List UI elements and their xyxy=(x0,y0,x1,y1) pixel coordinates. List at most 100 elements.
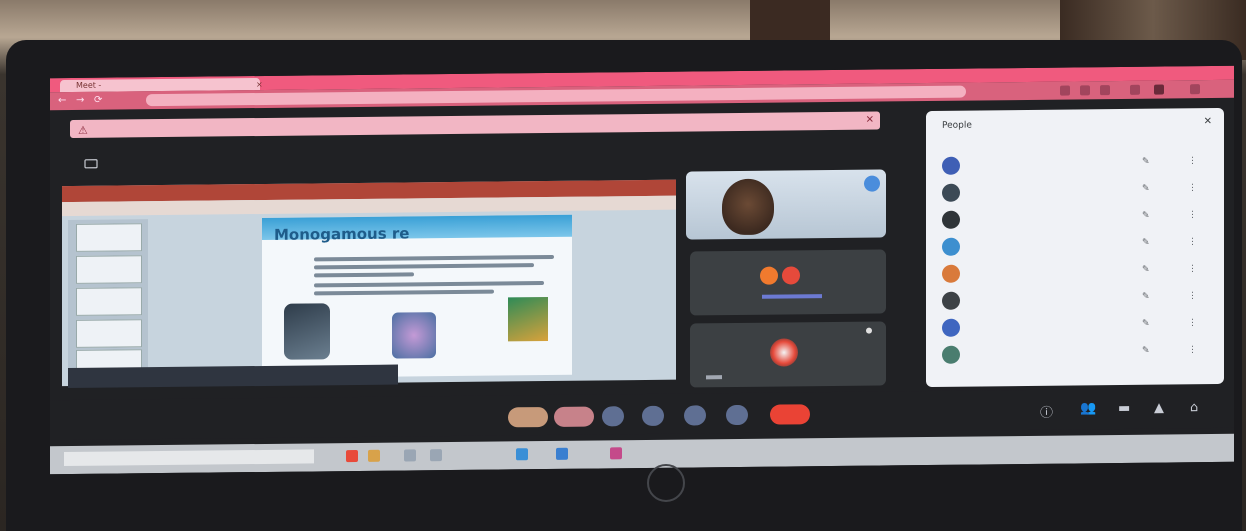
extension-icon[interactable] xyxy=(1060,85,1070,96)
avatar xyxy=(942,291,960,310)
tile-name xyxy=(762,294,822,299)
slide-thumbnail xyxy=(76,319,142,348)
more-options-icon[interactable]: ⋮ xyxy=(1188,291,1197,301)
reactions-button[interactable] xyxy=(508,406,548,428)
slide-bullet xyxy=(314,289,494,296)
tile-options-icon[interactable] xyxy=(864,175,880,192)
presenting-icon xyxy=(84,154,98,173)
banner-close-icon[interactable]: ✕ xyxy=(866,112,874,130)
warning-icon: ⚠ xyxy=(78,123,88,137)
people-icon[interactable]: 👥 xyxy=(1080,401,1096,416)
avatar xyxy=(782,266,800,285)
captions-button[interactable] xyxy=(554,406,594,427)
host-controls-icon[interactable]: ⌂ xyxy=(1190,400,1198,415)
extension-icon[interactable] xyxy=(1080,85,1090,96)
taskbar-app-icon[interactable] xyxy=(368,449,380,462)
participant-row[interactable]: ✎ ⋮ xyxy=(938,341,1214,366)
more-options-icon[interactable]: ⋮ xyxy=(1188,237,1197,247)
taskbar-app-icon[interactable] xyxy=(610,447,622,460)
slide-bullet xyxy=(314,272,414,278)
info-icon[interactable]: ⓘ xyxy=(1040,402,1053,421)
camera-button[interactable] xyxy=(642,405,664,426)
mic-off-icon[interactable]: ✎ xyxy=(1142,211,1150,221)
taskbar-app-icon[interactable] xyxy=(556,447,568,460)
menu-icon[interactable] xyxy=(1190,84,1200,95)
participant-row[interactable]: ✎ ⋮ xyxy=(938,179,1214,204)
participant-list: ✎ ⋮ ✎ ⋮ ✎ ⋮ ✎ ⋮ ✎ ⋮ ✎ ⋮ ✎ ⋮ ✎ ⋮ xyxy=(926,108,1224,364)
taskbar-app-icon[interactable] xyxy=(516,448,528,461)
mic-off-icon[interactable]: ✎ xyxy=(1142,184,1150,194)
mic-off-icon[interactable]: ✎ xyxy=(1142,265,1150,275)
profile-icon[interactable] xyxy=(1130,84,1140,95)
mic-off-icon[interactable]: ✎ xyxy=(1142,346,1150,356)
participant-row[interactable]: ✎ ⋮ xyxy=(938,260,1214,285)
taskbar-app-icon[interactable] xyxy=(430,449,442,462)
avatar xyxy=(760,266,778,285)
avatar xyxy=(770,338,798,367)
hp-logo xyxy=(647,464,685,502)
reload-icon[interactable]: ⟳ xyxy=(94,95,102,106)
slide-bullet xyxy=(314,254,554,262)
slide-thumbnail xyxy=(76,287,142,316)
slide-title: Monogamous re xyxy=(274,224,410,244)
avatar xyxy=(942,210,960,229)
more-options-icon[interactable]: ⋮ xyxy=(1188,264,1197,274)
participant-video-tile xyxy=(686,169,886,240)
participant-row[interactable]: ✎ ⋮ xyxy=(938,152,1214,177)
mic-off-icon[interactable]: ✎ xyxy=(1142,319,1150,329)
mic-off-icon[interactable]: ✎ xyxy=(1142,292,1150,302)
participant-row[interactable]: ✎ ⋮ xyxy=(938,233,1214,258)
storage-warning-banner: ⚠ ✕ xyxy=(70,111,880,138)
pin-icon[interactable] xyxy=(866,327,872,334)
laptop-screen: Meet - × ← → ⟳ ⚠ ✕ Monogamous re People … xyxy=(50,65,1234,475)
people-panel: People ✕ ✎ ⋮ ✎ ⋮ ✎ ⋮ ✎ ⋮ ✎ ⋮ ✎ ⋮ ✎ ⋮ ✎ ⋮ xyxy=(926,107,1224,388)
chat-icon[interactable]: ▬ xyxy=(1118,401,1130,416)
participant-row[interactable]: ✎ ⋮ xyxy=(938,287,1214,312)
mic-off-icon[interactable]: ✎ xyxy=(1142,238,1150,248)
slide: Monogamous re xyxy=(262,214,572,378)
slide-image xyxy=(284,303,330,360)
avatar xyxy=(942,237,960,256)
more-options-icon[interactable]: ⋮ xyxy=(1188,345,1197,355)
slide-thumbnail xyxy=(76,223,142,252)
avatar xyxy=(942,318,960,337)
profile-avatar-icon[interactable] xyxy=(1154,84,1164,95)
tile-name xyxy=(706,375,722,380)
mic-off-icon[interactable]: ✎ xyxy=(1142,157,1150,167)
participant-video xyxy=(722,178,774,236)
participant-tile xyxy=(690,249,886,316)
slide-thumbnail xyxy=(76,255,142,284)
more-options-icon[interactable]: ⋮ xyxy=(1188,210,1197,220)
more-options-icon[interactable]: ⋮ xyxy=(1188,318,1197,328)
participant-tile xyxy=(690,321,886,388)
tab-title: Meet - xyxy=(76,80,102,90)
avatar xyxy=(942,183,960,202)
extension-icon[interactable] xyxy=(1100,85,1110,96)
slide-bullet xyxy=(314,281,544,288)
slide-image xyxy=(508,296,548,342)
participant-row[interactable]: ✎ ⋮ xyxy=(938,206,1214,231)
more-options-button[interactable] xyxy=(726,404,748,426)
more-options-icon[interactable]: ⋮ xyxy=(1188,183,1197,193)
slide-thumbnails xyxy=(68,219,148,381)
mic-button[interactable] xyxy=(602,406,624,427)
avatar xyxy=(942,264,960,283)
panel-title: People xyxy=(942,120,972,131)
avatar xyxy=(942,156,960,175)
participant-row[interactable]: ✎ ⋮ xyxy=(938,314,1214,339)
join-notification xyxy=(68,364,398,389)
taskbar-app-icon[interactable] xyxy=(346,449,358,463)
avatar xyxy=(942,345,960,364)
panel-close-icon[interactable]: ✕ xyxy=(1204,116,1212,127)
forward-icon[interactable]: → xyxy=(76,95,84,106)
end-call-button[interactable] xyxy=(770,404,810,425)
more-options-icon[interactable]: ⋮ xyxy=(1188,156,1197,166)
slide-bullet xyxy=(314,263,534,270)
taskbar-app-icon[interactable] xyxy=(404,449,416,462)
present-button[interactable] xyxy=(684,405,706,426)
slide-image xyxy=(392,312,436,359)
activities-icon[interactable]: ▲ xyxy=(1154,401,1164,416)
back-icon[interactable]: ← xyxy=(58,95,66,106)
presentation-view: Monogamous re xyxy=(62,179,676,387)
taskbar-search[interactable] xyxy=(64,449,314,467)
